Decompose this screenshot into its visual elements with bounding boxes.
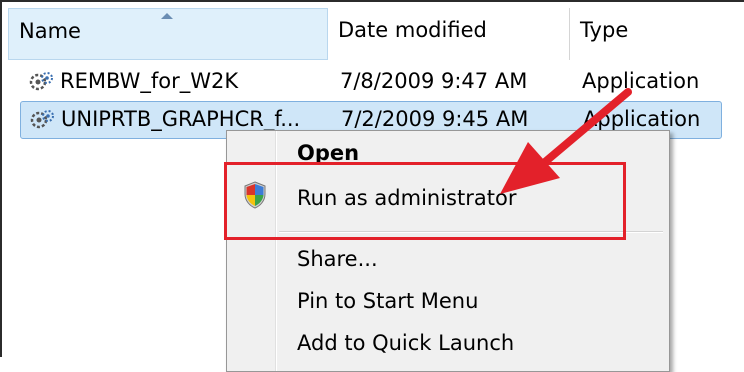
menu-item-share[interactable]: Share...	[297, 247, 378, 271]
menu-item-open[interactable]: Open	[297, 141, 359, 165]
file-date-modified: 7/8/2009 9:47 AM	[340, 69, 528, 93]
uac-shield-icon	[244, 181, 266, 209]
file-type: Application	[583, 107, 701, 131]
menu-separator	[279, 231, 663, 232]
file-row[interactable]: REMBW_for_W2K 7/8/2009 9:47 AM Applicati…	[20, 64, 720, 100]
menu-icon-gutter	[275, 131, 276, 371]
column-header-type-label: Type	[580, 18, 629, 42]
file-date-modified: 7/2/2009 9:45 AM	[341, 107, 529, 131]
file-name: REMBW_for_W2K	[60, 69, 239, 93]
sort-ascending-icon	[161, 13, 173, 19]
menu-item-add-to-quick-launch[interactable]: Add to Quick Launch	[297, 331, 514, 355]
column-header-name-label: Name	[19, 19, 81, 43]
menu-item-pin-to-start[interactable]: Pin to Start Menu	[297, 289, 478, 313]
context-menu: Open Run as administrator Share... Pin t…	[226, 130, 670, 372]
file-name: UNIPRTB_GRAPHCR_f...	[61, 107, 301, 131]
application-icon	[29, 72, 53, 91]
column-header-date-label: Date modified	[338, 18, 487, 42]
column-header-date-modified[interactable]: Date modified	[328, 8, 570, 60]
column-header-type[interactable]: Type	[570, 8, 744, 60]
menu-item-run-as-administrator[interactable]: Run as administrator	[297, 186, 516, 210]
application-icon	[30, 110, 54, 129]
file-type: Application	[582, 69, 700, 93]
column-header-name[interactable]: Name	[8, 8, 328, 60]
column-header: Name Date modified Type	[8, 8, 744, 60]
